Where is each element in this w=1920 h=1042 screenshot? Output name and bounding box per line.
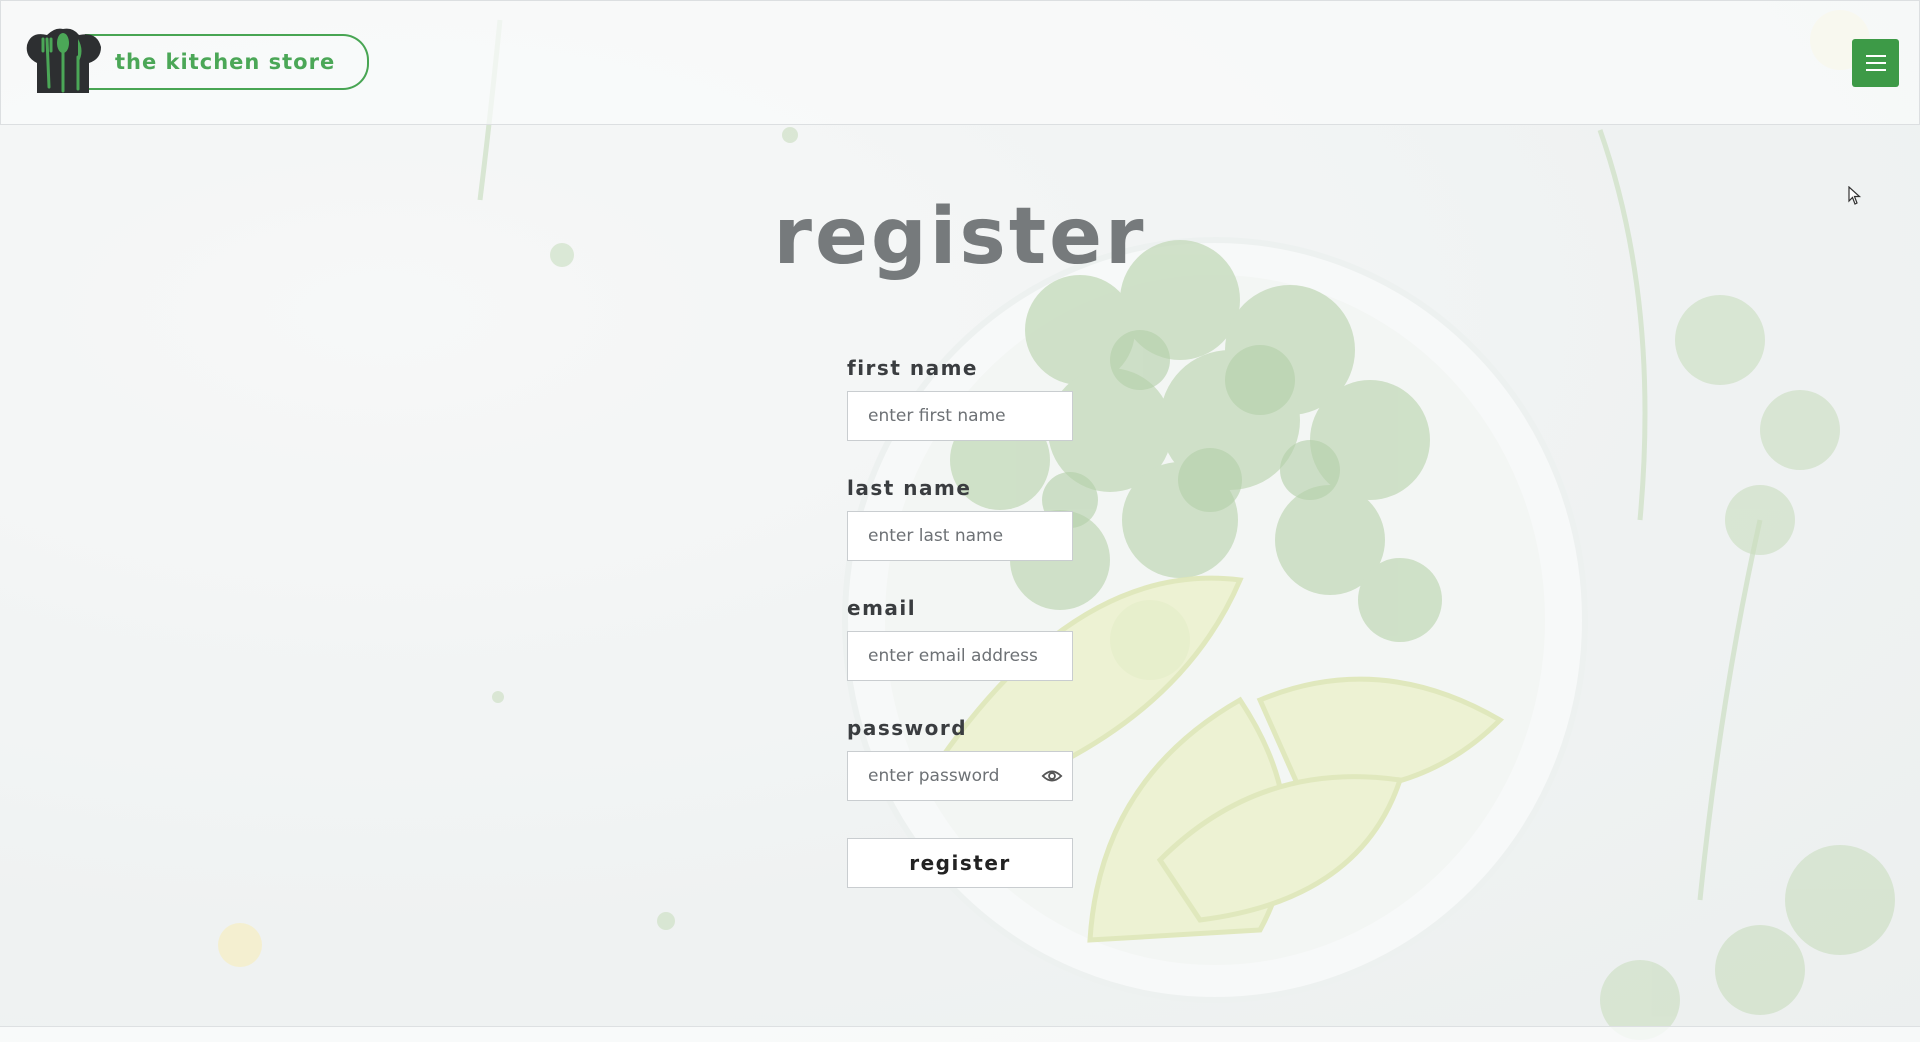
last-name-wrap [847, 511, 1073, 561]
first-name-wrap [847, 391, 1073, 441]
brand-name: the kitchen store [115, 50, 336, 74]
first-name-group: first name [847, 356, 1073, 441]
last-name-label: last name [847, 476, 972, 500]
password-wrap [847, 751, 1073, 801]
eye-icon[interactable] [1041, 765, 1063, 787]
email-wrap [847, 631, 1073, 681]
password-label: password [847, 716, 968, 740]
password-input[interactable] [847, 751, 1073, 801]
chef-hat-utensils-icon [23, 27, 103, 97]
footer-edge [0, 1026, 1920, 1042]
register-button[interactable]: register [847, 838, 1073, 888]
menu-bar [1865, 55, 1886, 57]
menu-bar [1865, 69, 1886, 71]
last-name-input[interactable] [847, 511, 1073, 561]
email-input[interactable] [847, 631, 1073, 681]
mouse-cursor-icon [1848, 186, 1862, 205]
menu-bar [1865, 62, 1886, 64]
first-name-label: first name [847, 356, 978, 380]
register-form: first name last name email password regi… [847, 356, 1073, 888]
brand-name-pill: the kitchen store [85, 34, 370, 90]
page-title: register [773, 192, 1147, 282]
first-name-input[interactable] [847, 391, 1073, 441]
hamburger-menu-icon[interactable] [1852, 39, 1899, 87]
email-group: email [847, 596, 1073, 681]
brand-logo[interactable]: the kitchen store [23, 23, 370, 101]
last-name-group: last name [847, 476, 1073, 561]
email-label: email [847, 596, 917, 620]
site-header: the kitchen store [0, 0, 1920, 125]
password-group: password [847, 716, 1073, 801]
